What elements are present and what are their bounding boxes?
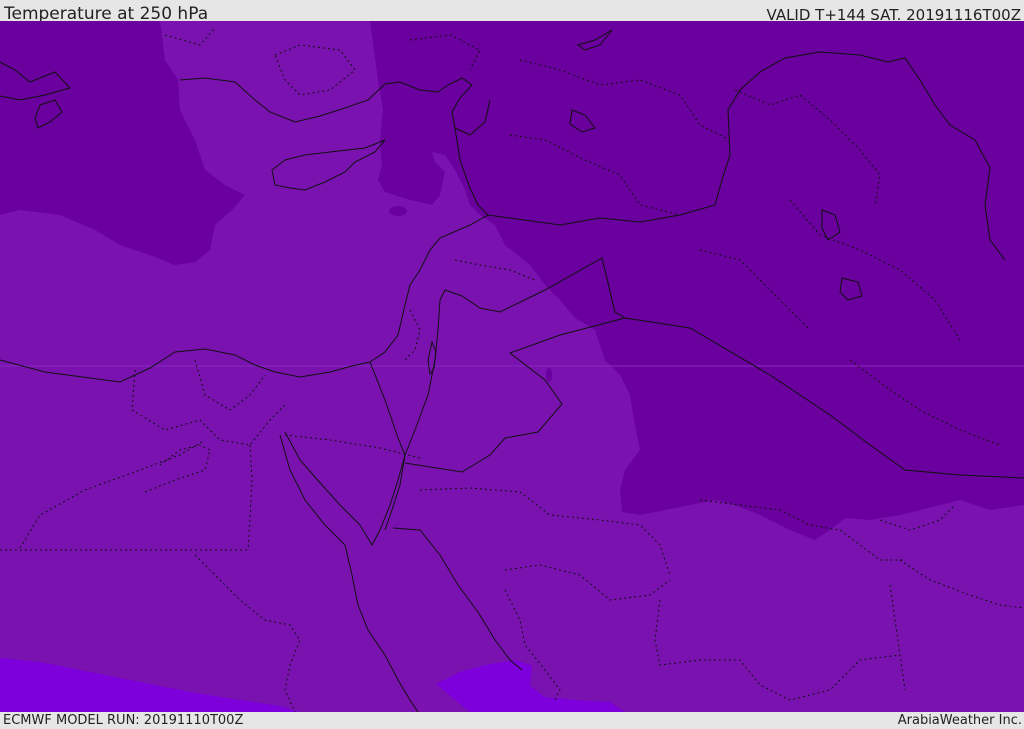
model-run-label: ECMWF MODEL RUN: 20191110T00Z	[3, 713, 244, 728]
temperature-field-cold-spot	[546, 368, 552, 382]
temperature-map	[0, 21, 1024, 712]
header-bar: Temperature at 250 hPa VALID T+144 SAT. …	[0, 0, 1024, 24]
credit-label: ArabiaWeather Inc.	[897, 713, 1022, 728]
footer-bar: ECMWF MODEL RUN: 20191110T00Z ArabiaWeat…	[0, 712, 1024, 729]
temperature-field-cold-spot	[389, 206, 407, 216]
